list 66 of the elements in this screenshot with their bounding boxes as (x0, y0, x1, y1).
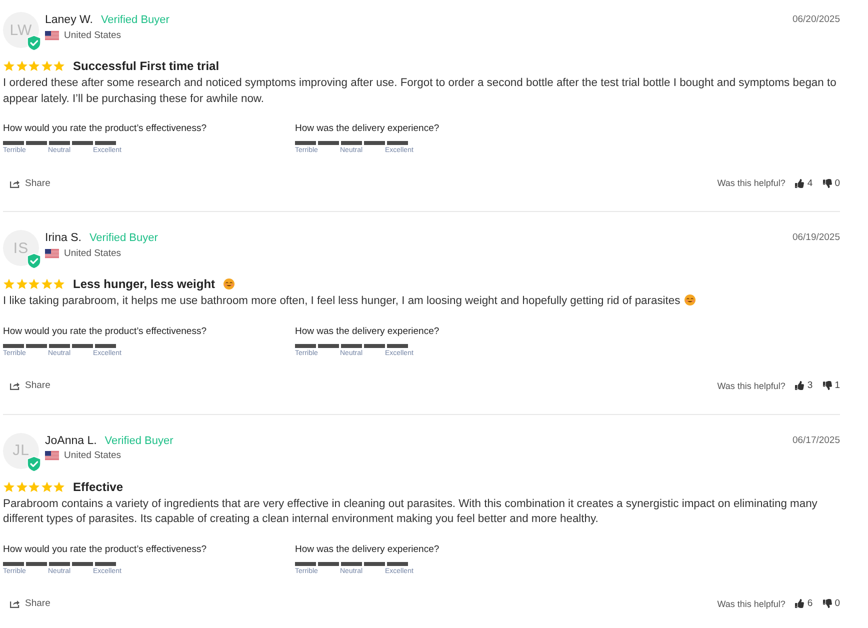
share-icon (10, 178, 20, 188)
upvote-button[interactable]: 3 (795, 380, 813, 391)
verified-buyer-label: Verified Buyer (89, 232, 158, 244)
helpful-prompt: Was this helpful? (717, 178, 786, 188)
reviewer-country: United States (64, 30, 122, 40)
share-button[interactable]: Share (10, 598, 50, 609)
upvote-button[interactable]: 4 (795, 178, 813, 188)
avatar-initials: LW (10, 22, 32, 38)
helpful-prompt: Was this helpful? (717, 598, 786, 608)
verified-buyer-label: Verified Buyer (104, 434, 174, 446)
share-button[interactable]: Share (10, 178, 50, 188)
star-icon (53, 278, 65, 290)
avatar-initials: JL (12, 442, 30, 459)
avatar-initials: IS (13, 240, 29, 256)
star-icon (40, 60, 52, 72)
review-date: 06/20/2025 (792, 14, 840, 25)
review-date: 06/19/2025 (792, 232, 840, 243)
thumbs-up-icon (795, 599, 804, 608)
flag-icon (45, 30, 59, 40)
star-icon (53, 480, 65, 492)
downvote-button[interactable]: 0 (822, 598, 840, 609)
star-icon (3, 60, 15, 72)
star-icon (28, 60, 40, 72)
star-icon (16, 480, 28, 492)
review-text: Parabroom contains a variety of ingredients that are very effective in cleaning out parasites. With this combination it creates a synergistic impact on eliminating many different types of parasites. Its capable of creating a clean internal environment making you feel better and more healthy. (3, 498, 818, 525)
star-icon (40, 480, 52, 492)
rating-question: How was the delivery experience? (295, 542, 440, 556)
review-text: I like taking parabroom, it helps me use bathroom more often, I feel less hunger, I am loosing weight and hopefully getting rid of parasites (3, 295, 680, 307)
rating-question: How would you rate the product’s effectiveness? (3, 122, 208, 136)
star-icon (3, 480, 15, 492)
review-title: Less hunger, less weight (73, 277, 216, 291)
star-icon (40, 278, 52, 290)
review-text: I ordered these after some research and noticed symptoms improving after use. Forgot to order a second bottle after the test trial bottle I bought and symptoms began to appear lately. I’ll be purchasing these for awhile now. (3, 77, 836, 104)
thumbs-down-icon (822, 599, 832, 608)
reviewer-country: United States (64, 248, 122, 258)
thumbs-down-icon (822, 381, 832, 390)
star-icon (28, 480, 40, 492)
flag-icon (45, 451, 59, 460)
star-icon (53, 60, 65, 72)
verified-buyer-label: Verified Buyer (100, 14, 170, 26)
flag-icon (45, 248, 59, 258)
review-title: Successful First time trial (73, 59, 220, 73)
share-icon (10, 599, 20, 608)
rating-question: How would you rate the product’s effectiveness? (3, 324, 208, 338)
share-button[interactable]: Share (10, 380, 50, 391)
thumbs-up-icon (795, 178, 804, 188)
star-icon (16, 278, 28, 290)
thumbs-up-icon (795, 381, 804, 390)
downvote-button[interactable]: 1 (822, 380, 840, 391)
reviewer-country: United States (64, 450, 122, 461)
star-icon (3, 278, 15, 290)
star-icon (28, 278, 40, 290)
downvote-button[interactable]: 0 (822, 178, 840, 188)
share-icon (10, 381, 20, 390)
thumbs-down-icon (822, 178, 832, 188)
rating-question: How was the delivery experience? (295, 122, 440, 136)
review-title: Effective (73, 480, 124, 494)
rating-question: How would you rate the product’s effectiveness? (3, 542, 208, 556)
reviewer-name: Irina S. (45, 232, 82, 244)
reviewer-name: JoAnna L. (45, 434, 97, 446)
upvote-button[interactable]: 6 (795, 598, 813, 609)
reviewer-name: Laney W. (45, 14, 93, 26)
rating-question: How was the delivery experience? (295, 324, 440, 338)
review-date: 06/17/2025 (792, 434, 840, 446)
helpful-prompt: Was this helpful? (717, 380, 786, 390)
star-icon (16, 60, 28, 72)
